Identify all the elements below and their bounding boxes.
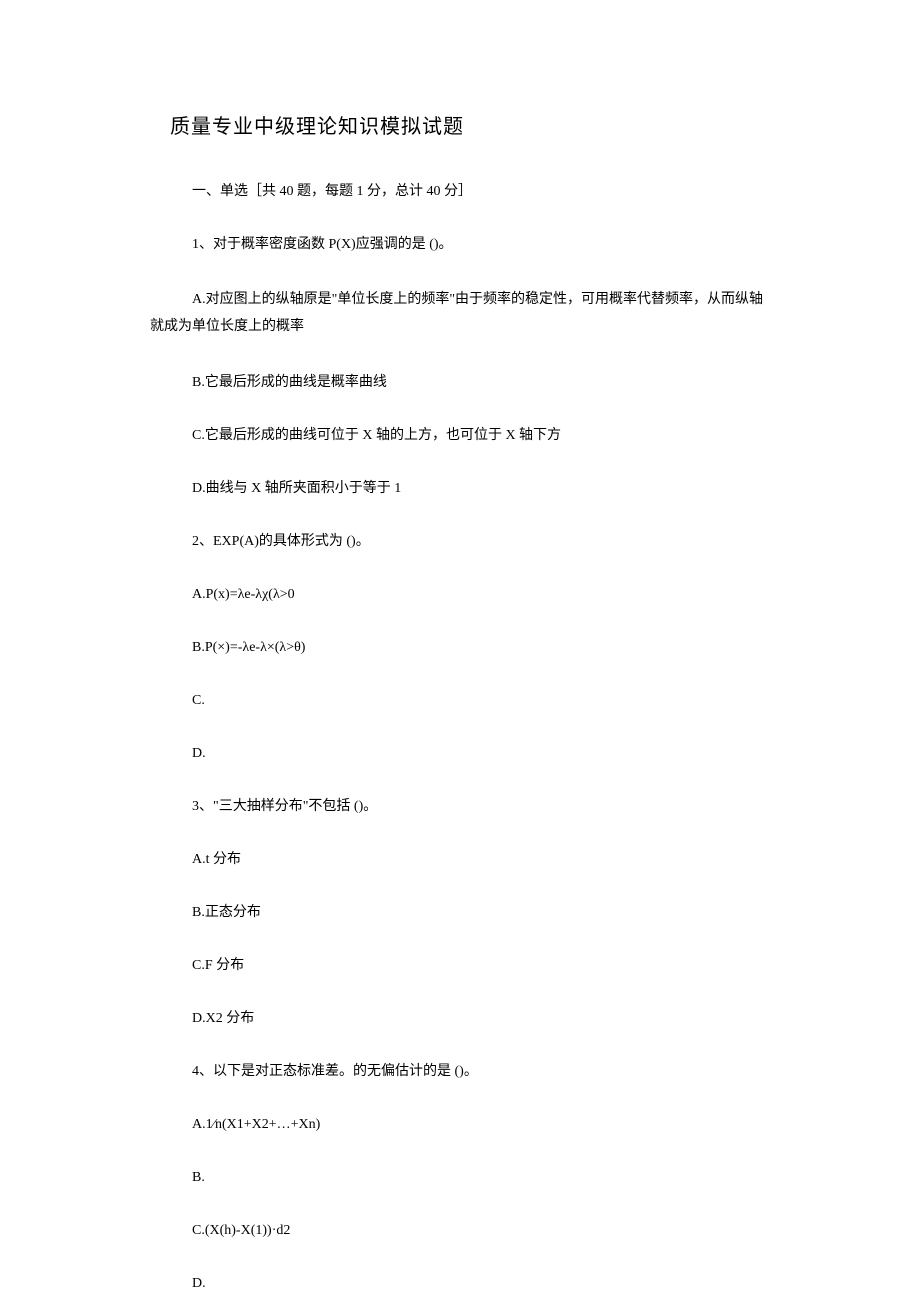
q2-option-a: A.P(x)=λe-λχ(λ>0 (192, 584, 770, 605)
q3-stem: 3、"三大抽样分布"不包括 ()。 (192, 796, 770, 817)
document-title: 质量专业中级理论知识模拟试题 (170, 110, 770, 139)
q3-option-a: A.t 分布 (192, 849, 770, 870)
q1-stem: 1、对于概率密度函数 P(X)应强调的是 ()。 (192, 234, 770, 255)
q4-option-d: D. (192, 1273, 770, 1294)
q1-option-a-line2: 就成为单位长度上的概率 (150, 314, 304, 341)
q1-option-a: A.对应图上的纵轴原是"单位长度上的频率"由于频率的稳定性，可用概率代替频率，从… (192, 287, 770, 340)
q2-option-c: C. (192, 690, 770, 711)
q4-option-b: B. (192, 1167, 770, 1188)
q2-option-b: B.P(×)=-λe-λ×(λ>θ) (192, 637, 770, 658)
q1-option-d: D.曲线与 X 轴所夹面积小于等于 1 (192, 478, 770, 499)
q2-option-d: D. (192, 743, 770, 764)
q3-option-b: B.正态分布 (192, 902, 770, 923)
q4-stem: 4、以下是对正态标准差。的无偏估计的是 ()。 (192, 1061, 770, 1082)
q1-option-c: C.它最后形成的曲线可位于 X 轴的上方，也可位于 X 轴下方 (192, 425, 770, 446)
q4-option-c: C.(X(h)-X(1))·d2 (192, 1220, 770, 1241)
q3-option-d: D.X2 分布 (192, 1008, 770, 1029)
section-header: 一、单选［共 40 题，每题 1 分，总计 40 分］ (192, 181, 770, 202)
q1-option-a-line1: A.对应图上的纵轴原是"单位长度上的频率"由于频率的稳定性，可用概率代替频率，从… (192, 292, 763, 307)
q3-option-c: C.F 分布 (192, 955, 770, 976)
q4-option-a: A.1⁄n(X1+X2+…+Xn) (192, 1114, 770, 1135)
q2-stem: 2、EXP(A)的具体形式为 ()。 (192, 531, 770, 552)
q1-option-b: B.它最后形成的曲线是概率曲线 (192, 372, 770, 393)
